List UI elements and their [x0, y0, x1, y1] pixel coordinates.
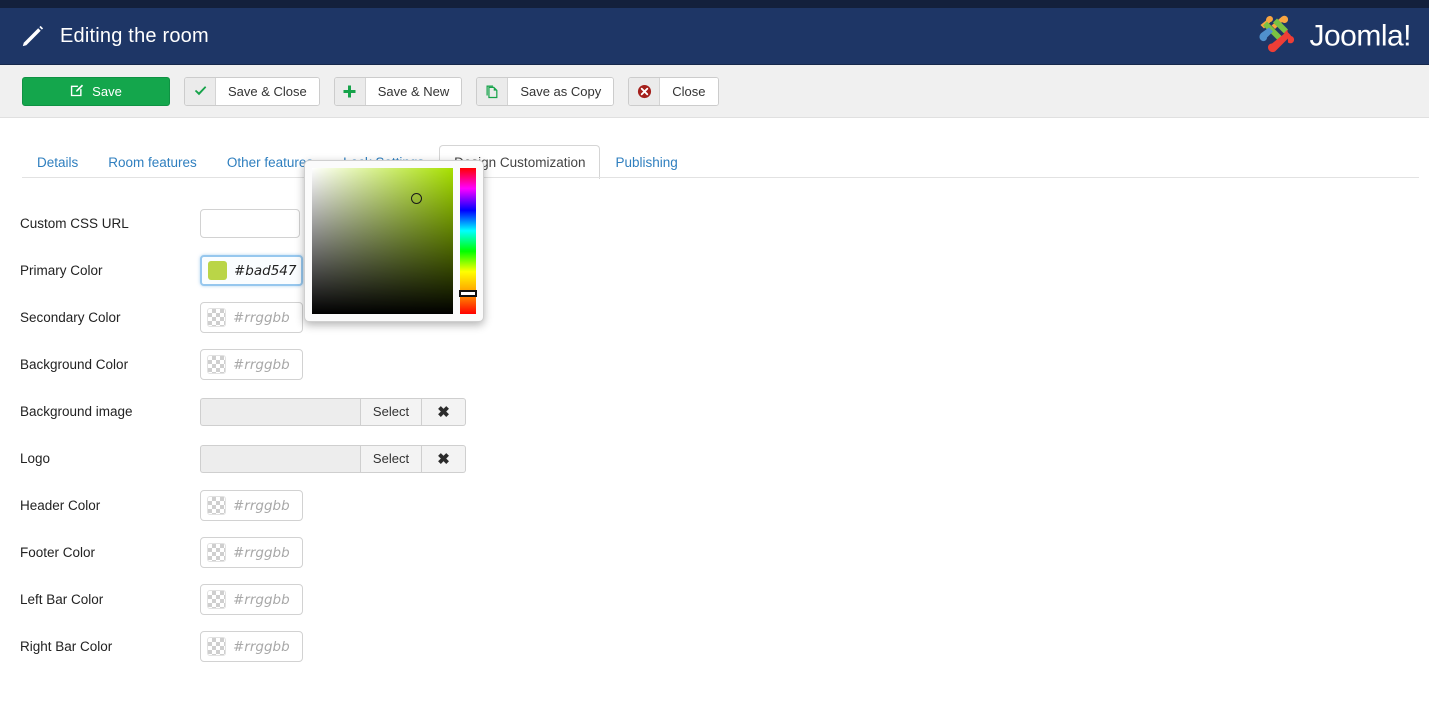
tab-list: DetailsRoom featuresOther featuresLock S… [0, 138, 1429, 179]
form-row-custom-css-url: Custom CSS URL [0, 200, 1429, 247]
editor-toolbar: Save Save & Close Save & New Save as Cop… [0, 65, 1429, 118]
logo-field-group: Select ✖ [200, 444, 466, 473]
right-bar-color-label: Right Bar Color [20, 639, 113, 654]
left-bar-color-placeholder: #rrggbb [233, 591, 290, 608]
header-left-group: Editing the room [0, 23, 209, 49]
background-image-field-group: Select ✖ [200, 397, 466, 426]
header-color-input[interactable]: #rrggbb [200, 490, 303, 521]
check-icon [185, 77, 216, 105]
footer-color-placeholder: #rrggbb [233, 544, 290, 561]
background-color-label: Background Color [20, 357, 129, 372]
secondary-color-control: #rrggbb [200, 302, 303, 333]
background-image-control: Select ✖ [200, 397, 466, 426]
primary-color-label: Primary Color [20, 263, 103, 278]
custom-css-url-control [200, 209, 300, 238]
save-and-close-label: Save & Close [216, 77, 319, 105]
secondary-color-label: Secondary Color [20, 310, 121, 325]
save-and-new-button[interactable]: Save & New [333, 76, 463, 106]
background-image-clear-button[interactable]: ✖ [422, 397, 466, 426]
background-image-input[interactable] [200, 397, 360, 426]
form-row-background-color: Background Color #rrggbb [0, 341, 1429, 388]
form-row-left-bar-color: Left Bar Color #rrggbb [0, 576, 1429, 623]
save-and-new-label: Save & New [365, 77, 462, 105]
right-bar-color-swatch[interactable] [207, 637, 226, 656]
background-color-control: #rrggbb [200, 349, 303, 380]
design-customization-form: Custom CSS URL Primary Color #bad547 Sec… [0, 178, 1429, 670]
save-button[interactable]: Save [22, 76, 170, 106]
custom-css-url-label: Custom CSS URL [20, 216, 129, 231]
color-picker-popup[interactable] [304, 160, 484, 322]
left-bar-color-control: #rrggbb [200, 584, 303, 615]
header-color-swatch[interactable] [207, 496, 226, 515]
page-title: Editing the room [60, 24, 209, 47]
form-row-background-image: Background image Select ✖ [0, 388, 1429, 435]
form-row-logo: Logo Select ✖ [0, 435, 1429, 482]
hue-slider[interactable] [458, 168, 477, 314]
background-color-placeholder: #rrggbb [233, 356, 290, 373]
save-button-label: Save [92, 83, 122, 99]
form-row-right-bar-color: Right Bar Color #rrggbb [0, 623, 1429, 670]
tab-publishing[interactable]: Publishing [600, 145, 692, 179]
background-image-select-button[interactable]: Select [360, 397, 422, 426]
header-color-placeholder: #rrggbb [233, 497, 290, 514]
plus-icon [334, 77, 366, 105]
footer-color-swatch[interactable] [207, 543, 226, 562]
header-color-control: #rrggbb [200, 490, 303, 521]
right-bar-color-input[interactable]: #rrggbb [200, 631, 303, 662]
left-bar-color-label: Left Bar Color [20, 592, 104, 607]
logo-select-button[interactable]: Select [360, 444, 422, 473]
close-button-label: Close [660, 77, 718, 105]
tab-room-features[interactable]: Room features [93, 145, 212, 179]
hue-slider-handle[interactable] [458, 290, 477, 297]
close-circle-icon [629, 77, 661, 105]
footer-color-control: #rrggbb [200, 537, 303, 568]
footer-color-input[interactable]: #rrggbb [200, 537, 303, 568]
left-bar-color-swatch[interactable] [207, 590, 226, 609]
save-as-copy-label: Save as Copy [508, 77, 614, 105]
secondary-color-swatch[interactable] [207, 308, 226, 327]
save-as-copy-button[interactable]: Save as Copy [476, 76, 615, 106]
top-accent-strip [0, 0, 1429, 8]
right-bar-color-placeholder: #rrggbb [233, 638, 290, 655]
logo-control: Select ✖ [200, 444, 466, 473]
pencil-icon [20, 23, 46, 49]
primary-color-swatch[interactable] [208, 261, 227, 280]
copy-icon [477, 77, 509, 105]
custom-css-url-input[interactable] [200, 209, 300, 238]
form-row-primary-color: Primary Color #bad547 [0, 247, 1429, 294]
primary-color-control: #bad547 [200, 255, 303, 286]
save-and-close-button[interactable]: Save & Close [184, 76, 320, 106]
joomla-wordmark: Joomla! [1309, 19, 1411, 52]
right-bar-color-control: #rrggbb [200, 631, 303, 662]
footer-color-label: Footer Color [20, 545, 96, 560]
app-header: Editing the room Joomla! [0, 8, 1429, 65]
form-row-footer-color: Footer Color #rrggbb [0, 529, 1429, 576]
secondary-color-placeholder: #rrggbb [233, 309, 290, 326]
color-picker-marker[interactable] [411, 193, 422, 204]
logo-label: Logo [20, 451, 51, 466]
primary-color-value: #bad547 [234, 262, 297, 279]
joomla-brand: Joomla! [1254, 13, 1411, 60]
form-row-secondary-color: Secondary Color #rrggbb [0, 294, 1429, 341]
background-color-input[interactable]: #rrggbb [200, 349, 303, 380]
joomla-logo-icon [1254, 13, 1300, 60]
background-image-label: Background image [20, 404, 133, 419]
header-color-label: Header Color [20, 498, 101, 513]
tab-bar: DetailsRoom featuresOther featuresLock S… [0, 138, 1429, 179]
background-color-swatch[interactable] [207, 355, 226, 374]
logo-input[interactable] [200, 444, 360, 473]
tab-details[interactable]: Details [22, 145, 93, 179]
close-button[interactable]: Close [628, 76, 719, 106]
form-row-header-color: Header Color #rrggbb [0, 482, 1429, 529]
logo-clear-button[interactable]: ✖ [422, 444, 466, 473]
primary-color-input[interactable]: #bad547 [200, 255, 303, 286]
left-bar-color-input[interactable]: #rrggbb [200, 584, 303, 615]
secondary-color-input[interactable]: #rrggbb [200, 302, 303, 333]
pencil-square-icon [70, 83, 84, 100]
saturation-value-area[interactable] [312, 168, 453, 314]
